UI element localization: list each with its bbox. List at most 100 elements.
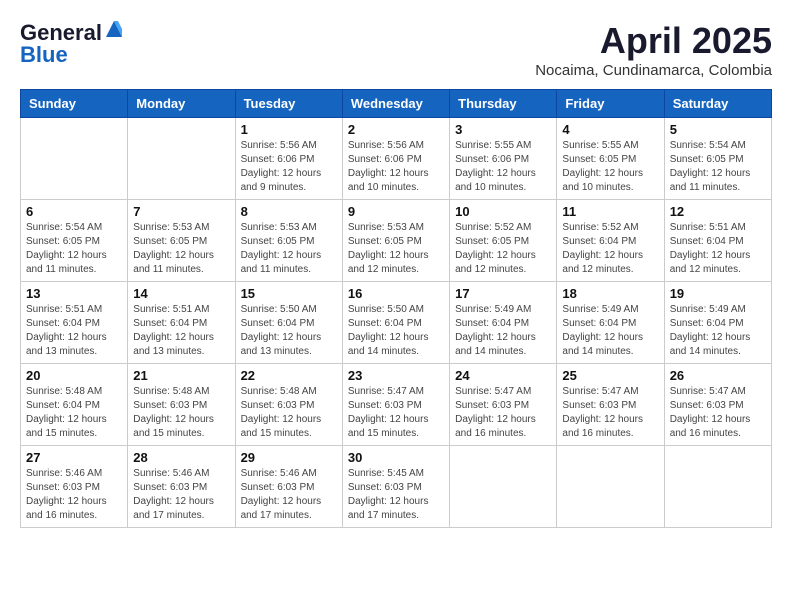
day-number: 7: [133, 204, 229, 219]
calendar-cell: 24 Sunrise: 5:47 AM Sunset: 6:03 PM Dayli…: [450, 364, 557, 446]
calendar-cell: 17 Sunrise: 5:49 AM Sunset: 6:04 PM Dayli…: [450, 282, 557, 364]
calendar-week-4: 20 Sunrise: 5:48 AM Sunset: 6:04 PM Dayli…: [21, 364, 772, 446]
calendar-cell: [557, 446, 664, 528]
calendar-week-5: 27 Sunrise: 5:46 AM Sunset: 6:03 PM Dayli…: [21, 446, 772, 528]
weekday-header-tuesday: Tuesday: [235, 90, 342, 118]
calendar-cell: 1Sunrise: 5:56 AM Sunset: 6:06 PM Daylig…: [235, 118, 342, 200]
calendar-cell: 28 Sunrise: 5:46 AM Sunset: 6:03 PM Dayli…: [128, 446, 235, 528]
calendar-cell: 18 Sunrise: 5:49 AM Sunset: 6:04 PM Dayli…: [557, 282, 664, 364]
calendar-cell: 2 Sunrise: 5:56 AM Sunset: 6:06 PM Daylig…: [342, 118, 449, 200]
weekday-header-saturday: Saturday: [664, 90, 771, 118]
day-info: Sunrise: 5:47 AM Sunset: 6:03 PM Dayligh…: [670, 385, 766, 441]
day-info: Sunrise: 5:47 AM Sunset: 6:03 PM Dayligh…: [562, 385, 658, 441]
day-info: Sunrise: 5:46 AM Sunset: 6:03 PM Dayligh…: [241, 467, 337, 523]
calendar-cell: 5Sunrise: 5:54 AM Sunset: 6:05 PM Daylig…: [664, 118, 771, 200]
day-number: 10: [455, 204, 551, 219]
day-info: Sunrise: 5:49 AM Sunset: 6:04 PM Dayligh…: [455, 303, 551, 359]
day-number: 8: [241, 204, 337, 219]
day-info: Sunrise: 5:53 AM Sunset: 6:05 PM Dayligh…: [133, 221, 229, 277]
day-number: 27: [26, 450, 122, 465]
day-info: Sunrise: 5:52 AM Sunset: 6:05 PM Dayligh…: [455, 221, 551, 277]
day-info: Sunrise: 5:48 AM Sunset: 6:03 PM Dayligh…: [241, 385, 337, 441]
calendar-week-3: 13 Sunrise: 5:51 AM Sunset: 6:04 PM Dayli…: [21, 282, 772, 364]
day-number: 5: [670, 122, 766, 137]
day-number: 15: [241, 286, 337, 301]
day-info: Sunrise: 5:51 AM Sunset: 6:04 PM Dayligh…: [26, 303, 122, 359]
day-info: Sunrise: 5:53 AM Sunset: 6:05 PM Dayligh…: [348, 221, 444, 277]
day-number: 17: [455, 286, 551, 301]
day-info: Sunrise: 5:48 AM Sunset: 6:04 PM Dayligh…: [26, 385, 122, 441]
day-info: Sunrise: 5:47 AM Sunset: 6:03 PM Dayligh…: [455, 385, 551, 441]
calendar-cell: 19Sunrise: 5:49 AM Sunset: 6:04 PM Dayli…: [664, 282, 771, 364]
day-info: Sunrise: 5:45 AM Sunset: 6:03 PM Dayligh…: [348, 467, 444, 523]
day-info: Sunrise: 5:46 AM Sunset: 6:03 PM Dayligh…: [133, 467, 229, 523]
day-info: Sunrise: 5:56 AM Sunset: 6:06 PM Dayligh…: [348, 139, 444, 195]
day-info: Sunrise: 5:49 AM Sunset: 6:04 PM Dayligh…: [562, 303, 658, 359]
day-number: 9: [348, 204, 444, 219]
month-year: April 2025: [535, 20, 772, 62]
day-number: 18: [562, 286, 658, 301]
logo-icon: [104, 19, 124, 39]
logo: General Blue: [20, 20, 124, 68]
calendar-cell: 15Sunrise: 5:50 AM Sunset: 6:04 PM Dayli…: [235, 282, 342, 364]
day-number: 30: [348, 450, 444, 465]
page-header: General Blue April 2025 Nocaima, Cundina…: [20, 20, 772, 79]
day-number: 25: [562, 368, 658, 383]
weekday-header-sunday: Sunday: [21, 90, 128, 118]
day-number: 23: [348, 368, 444, 383]
day-number: 12: [670, 204, 766, 219]
calendar-cell: 11Sunrise: 5:52 AM Sunset: 6:04 PM Dayli…: [557, 200, 664, 282]
location: Nocaima, Cundinamarca, Colombia: [535, 62, 772, 79]
day-info: Sunrise: 5:50 AM Sunset: 6:04 PM Dayligh…: [348, 303, 444, 359]
day-info: Sunrise: 5:55 AM Sunset: 6:06 PM Dayligh…: [455, 139, 551, 195]
day-number: 16: [348, 286, 444, 301]
day-number: 2: [348, 122, 444, 137]
day-info: Sunrise: 5:52 AM Sunset: 6:04 PM Dayligh…: [562, 221, 658, 277]
day-info: Sunrise: 5:46 AM Sunset: 6:03 PM Dayligh…: [26, 467, 122, 523]
day-number: 4: [562, 122, 658, 137]
calendar-cell: [21, 118, 128, 200]
calendar-cell: 23 Sunrise: 5:47 AM Sunset: 6:03 PM Dayli…: [342, 364, 449, 446]
day-number: 20: [26, 368, 122, 383]
day-info: Sunrise: 5:48 AM Sunset: 6:03 PM Dayligh…: [133, 385, 229, 441]
day-number: 28: [133, 450, 229, 465]
calendar-week-1: 1 Sunrise: 5:56 AM Sunset: 6:06 PM Daylig…: [21, 118, 772, 200]
day-number: 3: [455, 122, 551, 137]
calendar-cell: 14Sunrise: 5:51 AM Sunset: 6:04 PM Dayli…: [128, 282, 235, 364]
day-info: Sunrise: 5:55 AM Sunset: 6:05 PM Dayligh…: [562, 139, 658, 195]
title-block: April 2025 Nocaima, Cundinamarca, Colomb…: [535, 20, 772, 79]
calendar-cell: 6Sunrise: 5:54 AM Sunset: 6:05 PM Daylig…: [21, 200, 128, 282]
calendar-cell: 20 Sunrise: 5:48 AM Sunset: 6:04 PM Dayli…: [21, 364, 128, 446]
calendar-cell: [450, 446, 557, 528]
calendar-cell: 26 Sunrise: 5:47 AM Sunset: 6:03 PM Dayli…: [664, 364, 771, 446]
day-info: Sunrise: 5:51 AM Sunset: 6:04 PM Dayligh…: [670, 221, 766, 277]
calendar-table: SundayMondayTuesdayWednesdayThursdayFrid…: [20, 89, 772, 528]
calendar-cell: 9 Sunrise: 5:53 AM Sunset: 6:05 PM Daylig…: [342, 200, 449, 282]
calendar-cell: 13 Sunrise: 5:51 AM Sunset: 6:04 PM Dayli…: [21, 282, 128, 364]
day-number: 6: [26, 204, 122, 219]
day-number: 22: [241, 368, 337, 383]
calendar-cell: 21 Sunrise: 5:48 AM Sunset: 6:03 PM Dayli…: [128, 364, 235, 446]
calendar-cell: 4 Sunrise: 5:55 AM Sunset: 6:05 PM Daylig…: [557, 118, 664, 200]
weekday-header-friday: Friday: [557, 90, 664, 118]
day-number: 26: [670, 368, 766, 383]
calendar-cell: 10 Sunrise: 5:52 AM Sunset: 6:05 PM Dayli…: [450, 200, 557, 282]
calendar-week-2: 6Sunrise: 5:54 AM Sunset: 6:05 PM Daylig…: [21, 200, 772, 282]
calendar-cell: 7 Sunrise: 5:53 AM Sunset: 6:05 PM Daylig…: [128, 200, 235, 282]
calendar-cell: 27 Sunrise: 5:46 AM Sunset: 6:03 PM Dayli…: [21, 446, 128, 528]
calendar-cell: 16 Sunrise: 5:50 AM Sunset: 6:04 PM Dayli…: [342, 282, 449, 364]
day-number: 14: [133, 286, 229, 301]
day-number: 24: [455, 368, 551, 383]
day-info: Sunrise: 5:53 AM Sunset: 6:05 PM Dayligh…: [241, 221, 337, 277]
day-info: Sunrise: 5:47 AM Sunset: 6:03 PM Dayligh…: [348, 385, 444, 441]
day-number: 21: [133, 368, 229, 383]
day-number: 13: [26, 286, 122, 301]
weekday-header-thursday: Thursday: [450, 90, 557, 118]
calendar-cell: 3 Sunrise: 5:55 AM Sunset: 6:06 PM Daylig…: [450, 118, 557, 200]
calendar-header-row: SundayMondayTuesdayWednesdayThursdayFrid…: [21, 90, 772, 118]
calendar-cell: 30 Sunrise: 5:45 AM Sunset: 6:03 PM Dayli…: [342, 446, 449, 528]
day-number: 29: [241, 450, 337, 465]
calendar-cell: 25 Sunrise: 5:47 AM Sunset: 6:03 PM Dayli…: [557, 364, 664, 446]
calendar-cell: 29 Sunrise: 5:46 AM Sunset: 6:03 PM Dayli…: [235, 446, 342, 528]
day-number: 1: [241, 122, 337, 137]
